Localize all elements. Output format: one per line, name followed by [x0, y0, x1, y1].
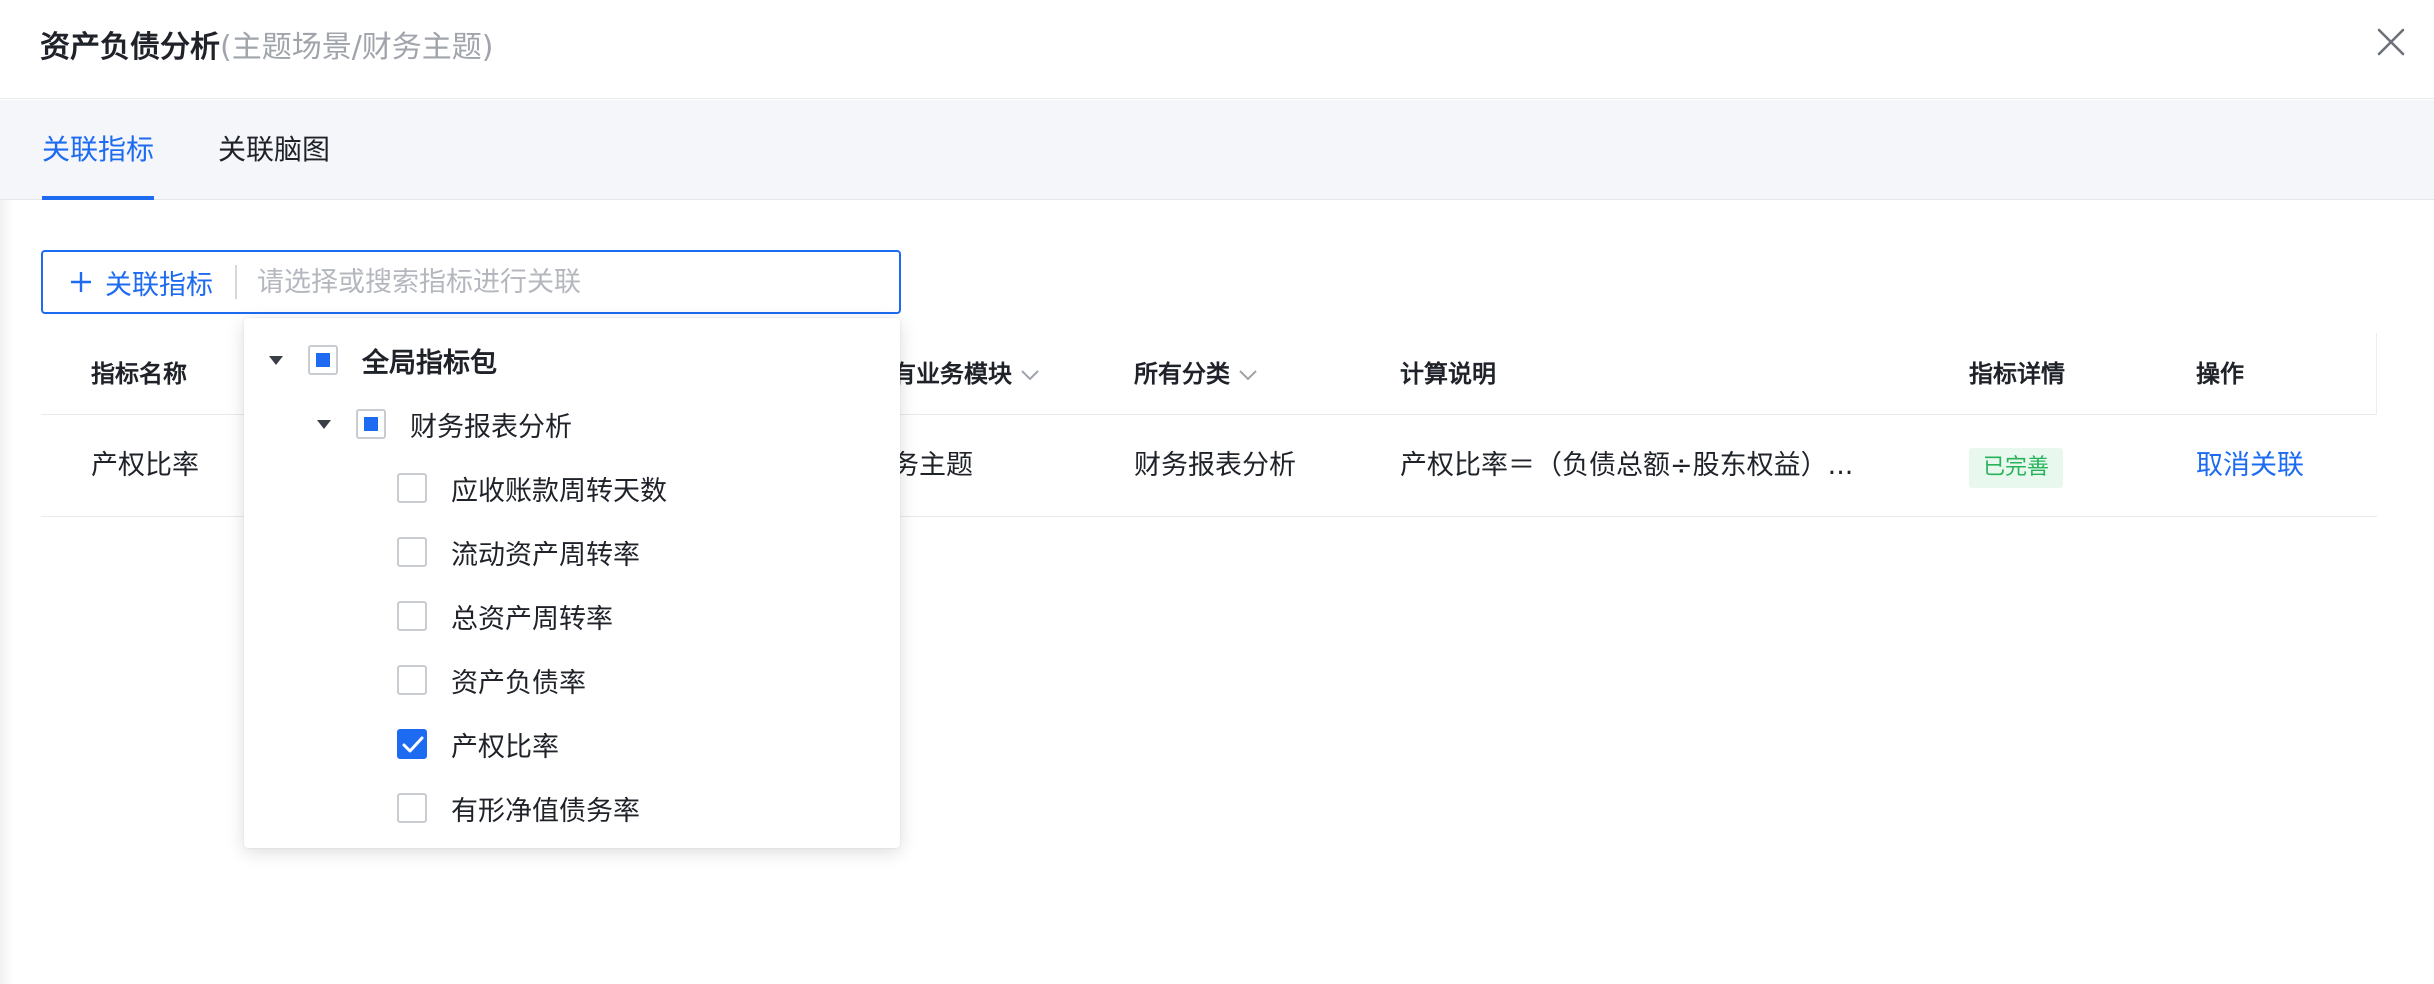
- tab-bar: 关联指标 关联脑图: [0, 100, 2434, 200]
- tree-leaf-label: 资产负债率: [451, 667, 586, 699]
- column-header-module-label: 有业务模块: [892, 360, 1012, 388]
- column-header-action: 操作: [2196, 360, 2244, 388]
- checkbox-leaf[interactable]: [397, 537, 427, 567]
- column-divider: [2376, 333, 2377, 415]
- close-icon: [2377, 28, 2405, 56]
- tab-related-metrics[interactable]: 关联指标: [42, 100, 155, 200]
- tab-related-mindmap[interactable]: 关联脑图: [218, 100, 330, 200]
- tree-node-group-label: 财务报表分析: [410, 411, 572, 443]
- cell-category: 财务报表分析: [1134, 450, 1296, 481]
- metric-tree-dropdown: 全局指标包 财务报表分析 应收账款周转天数 流动资产周转率 总资产周转率 资产负…: [244, 318, 900, 848]
- left-shadow: [0, 200, 14, 984]
- checkbox-leaf[interactable]: [397, 601, 427, 631]
- checkbox-root[interactable]: [308, 345, 338, 375]
- tree-leaf-label: 流动资产周转率: [451, 539, 640, 571]
- column-header-calc: 计算说明: [1400, 360, 1496, 388]
- caret-down-icon[interactable]: [268, 354, 284, 366]
- column-header-module[interactable]: 有业务模块: [892, 333, 1040, 415]
- associate-metric-button[interactable]: 关联指标: [43, 252, 235, 312]
- unlink-button[interactable]: 取消关联: [2196, 415, 2304, 517]
- tree-leaf-label: 总资产周转率: [451, 603, 613, 635]
- tree-leaf-label: 有形净值债务率: [451, 795, 640, 827]
- cell-name: 产权比率: [91, 450, 199, 481]
- column-header-name: 指标名称: [91, 360, 187, 388]
- page-subtitle: (主题场景/财务主题): [220, 30, 494, 65]
- tree-leaf[interactable]: 流动资产周转率: [397, 527, 640, 577]
- checkbox-group[interactable]: [356, 409, 386, 439]
- cell-module: 务主题: [892, 450, 973, 481]
- checkbox-leaf-checked[interactable]: [397, 729, 427, 759]
- column-header-category[interactable]: 所有分类: [1134, 333, 1258, 415]
- tree-node-root[interactable]: 全局指标包: [268, 335, 497, 385]
- checkbox-leaf[interactable]: [397, 473, 427, 503]
- tree-node-group[interactable]: 财务报表分析: [316, 399, 572, 449]
- page-title: 资产负债分析: [40, 30, 220, 65]
- tree-leaf[interactable]: 资产负债率: [397, 655, 586, 705]
- check-icon: [402, 736, 424, 753]
- metric-search-input[interactable]: [237, 252, 899, 312]
- plus-icon: [71, 272, 91, 292]
- tree-leaf[interactable]: 总资产周转率: [397, 591, 613, 641]
- column-header-category-label: 所有分类: [1134, 360, 1230, 388]
- tree-leaf[interactable]: 应收账款周转天数: [397, 463, 667, 513]
- close-button[interactable]: [2372, 23, 2410, 61]
- chevron-down-icon: [1021, 370, 1039, 381]
- cell-calc: 产权比率＝（负债总额÷股东权益）...: [1400, 450, 1854, 481]
- column-header-detail: 指标详情: [1969, 360, 2065, 388]
- tree-node-root-label: 全局指标包: [362, 347, 497, 379]
- tree-leaf[interactable]: 产权比率: [397, 719, 559, 769]
- dialog-header: 资产负债分析 (主题场景/财务主题): [0, 0, 2434, 99]
- checkbox-leaf[interactable]: [397, 793, 427, 823]
- tree-leaf-label: 应收账款周转天数: [451, 475, 667, 507]
- dialog-title: 资产负债分析 (主题场景/财务主题): [40, 22, 494, 65]
- status-badge: 已完善: [1969, 448, 2064, 488]
- chevron-down-icon: [1239, 370, 1257, 381]
- checkbox-leaf[interactable]: [397, 665, 427, 695]
- tree-leaf-label: 产权比率: [451, 731, 559, 763]
- caret-down-icon[interactable]: [316, 418, 332, 430]
- tree-leaf[interactable]: 有形净值债务率: [397, 783, 640, 833]
- associate-metric-label: 关联指标: [105, 269, 213, 301]
- associate-search-bar: 关联指标: [41, 250, 901, 314]
